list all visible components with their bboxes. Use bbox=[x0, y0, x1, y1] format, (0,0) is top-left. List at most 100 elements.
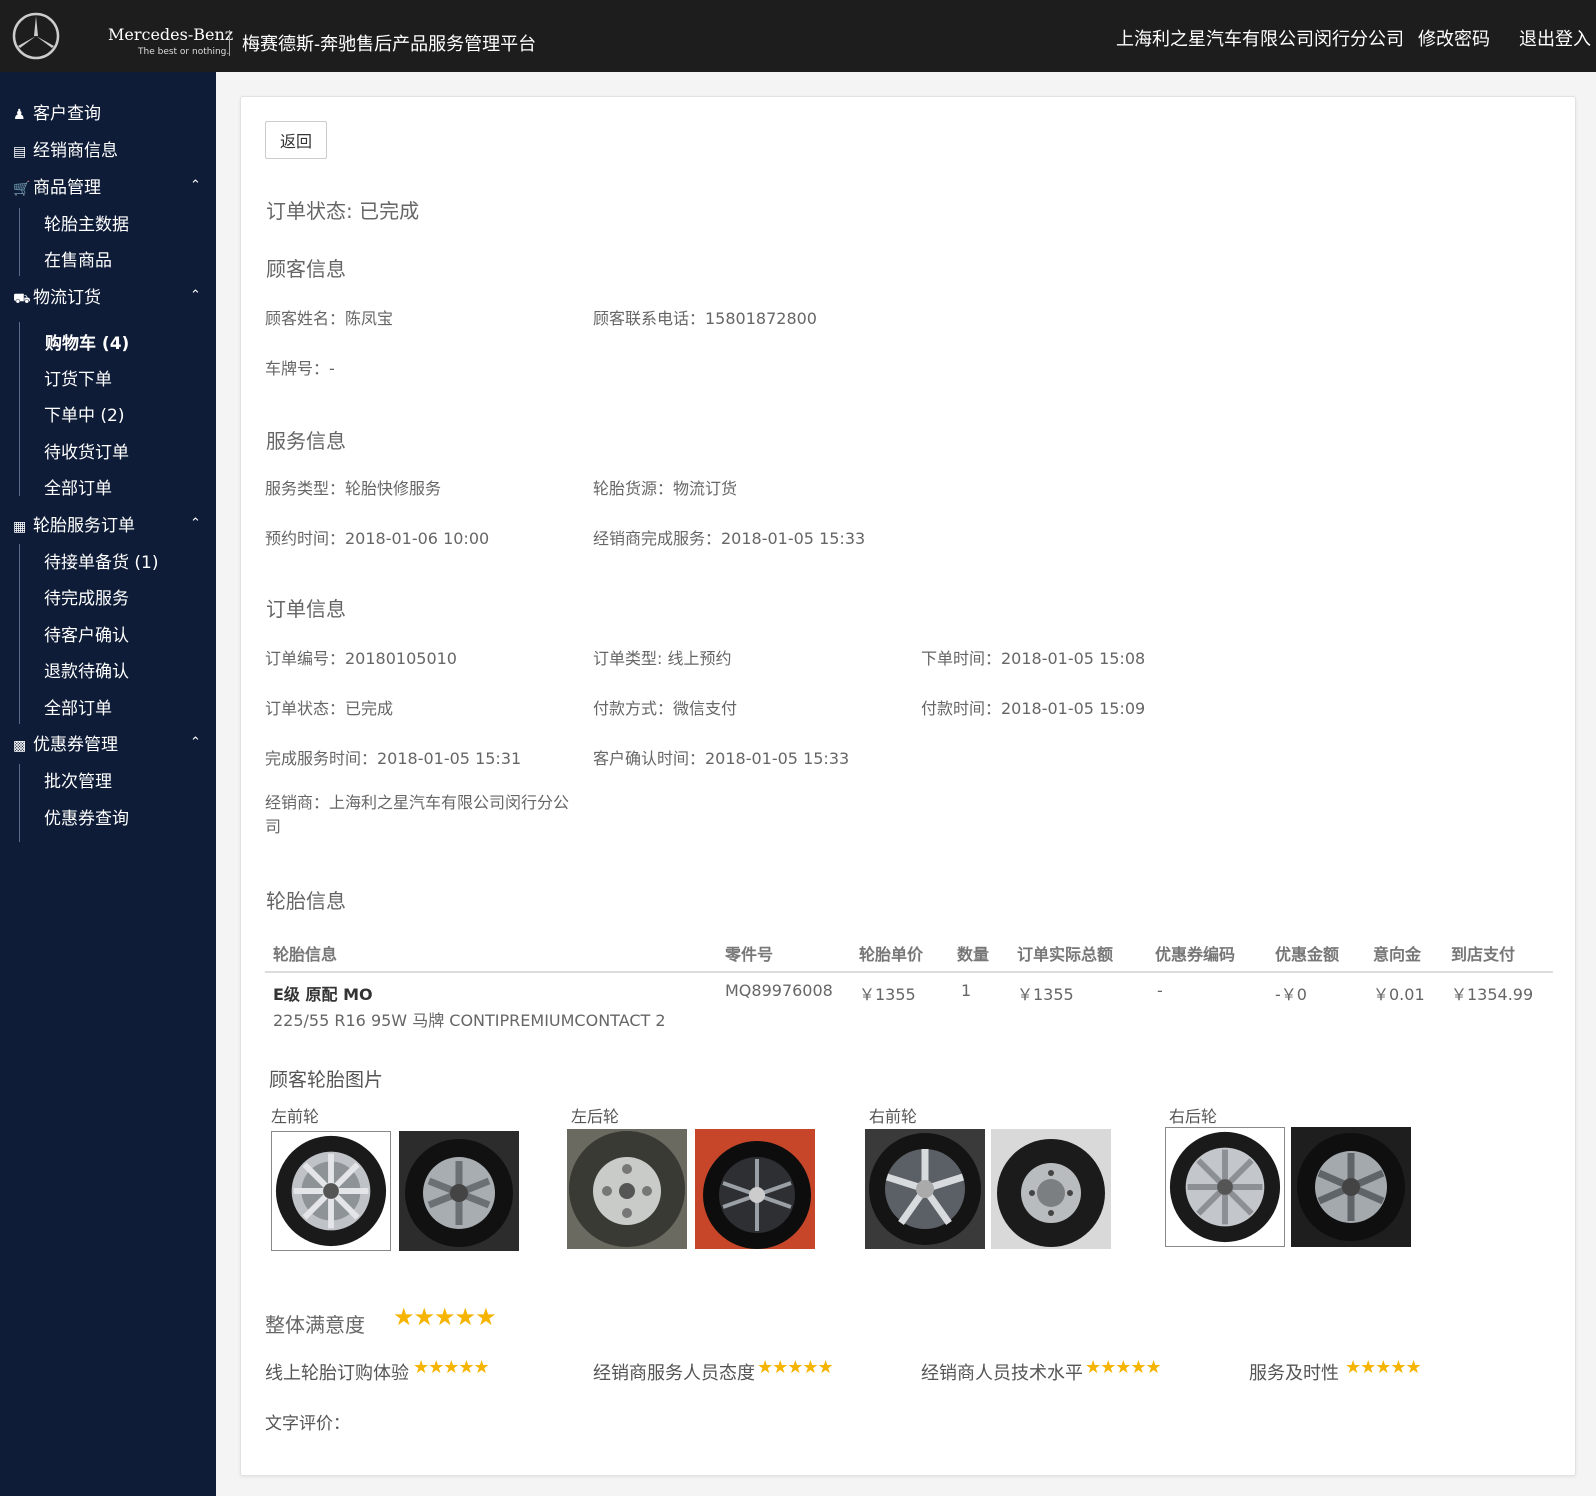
nav-customer-query[interactable]: ♟ 客户查询 bbox=[13, 102, 101, 126]
nav-label: 商品管理 bbox=[33, 178, 101, 198]
photo-label-left-front: 左前轮 bbox=[271, 1107, 320, 1126]
deposit-amount: ￥0.01 bbox=[1373, 985, 1425, 1004]
customer-name: 顾客姓名：陈凤宝 bbox=[265, 309, 394, 328]
sidebar-item-pending-confirm[interactable]: 待客户确认 bbox=[44, 624, 129, 648]
tire-section-title: 轮胎信息 bbox=[266, 889, 346, 913]
col-tire-info: 轮胎信息 bbox=[273, 945, 338, 964]
photos-title: 顾客轮胎图片 bbox=[269, 1069, 384, 1091]
logout-link[interactable]: 退出登入 bbox=[1519, 25, 1591, 51]
user-icon: ♟ bbox=[13, 107, 26, 123]
col-unit-price: 轮胎单价 bbox=[859, 945, 924, 964]
online-experience-stars: ★★★★★ bbox=[413, 1357, 490, 1378]
chevron-up-icon[interactable]: ⌃ bbox=[190, 178, 201, 193]
sidebar-item-to-receive[interactable]: 待收货订单 bbox=[44, 441, 129, 465]
chevron-up-icon[interactable]: ⌃ bbox=[190, 516, 201, 531]
service-section-title: 服务信息 bbox=[266, 429, 346, 453]
service-finish-time: 完成服务时间：2018-01-05 15:31 bbox=[265, 749, 522, 768]
sidebar-item-all-orders[interactable]: 全部订单 bbox=[44, 477, 112, 501]
change-password-link[interactable]: 修改密码 bbox=[1418, 25, 1490, 51]
photo-label-right-front: 右前轮 bbox=[869, 1107, 918, 1126]
nav-label: 物流订货 bbox=[33, 288, 101, 308]
nav-coupon-mgmt[interactable]: ▩ 优惠券管理 bbox=[13, 733, 118, 757]
tire-name: E级 原配 MO bbox=[273, 985, 373, 1004]
text-review-label: 文字评价： bbox=[265, 1414, 350, 1434]
part-number: MQ89976008 bbox=[725, 981, 833, 1000]
tire-photo-left-front-2[interactable] bbox=[399, 1131, 519, 1251]
sidebar-item-pending-service[interactable]: 待完成服务 bbox=[44, 587, 129, 611]
sidebar-item-coupon-query[interactable]: 优惠券查询 bbox=[44, 807, 129, 831]
order-time: 下单时间：2018-01-05 15:08 bbox=[921, 649, 1146, 668]
brand-divider bbox=[229, 30, 230, 56]
cart-icon: 🛒 bbox=[13, 181, 31, 197]
nav-goods-mgmt[interactable]: 🛒 商品管理 bbox=[13, 176, 101, 200]
submenu-line bbox=[19, 208, 20, 276]
overall-satisfaction-label: 整体满意度 bbox=[265, 1313, 365, 1337]
submenu-line bbox=[19, 764, 20, 842]
col-discount: 优惠金额 bbox=[1275, 945, 1340, 964]
sidebar-item-pending-accept[interactable]: 待接单备货 (1) bbox=[44, 551, 158, 575]
staff-attitude-label: 经销商服务人员态度 bbox=[593, 1363, 755, 1384]
timeliness-label: 服务及时性 bbox=[1249, 1363, 1339, 1384]
photo-label-left-rear: 左后轮 bbox=[571, 1107, 620, 1126]
sidebar-item-cart[interactable]: 购物车 (4) bbox=[45, 332, 129, 356]
online-experience-label: 线上轮胎订购体验 bbox=[265, 1363, 409, 1384]
dealer-finish-time: 经销商完成服务：2018-01-05 15:33 bbox=[593, 529, 866, 548]
sidebar-item-ordering[interactable]: 下单中 (2) bbox=[44, 404, 124, 428]
brand-name: Mercedes-Benz bbox=[108, 25, 234, 44]
order-number: 订单编号：20180105010 bbox=[265, 649, 457, 668]
tire-photo-right-front-1[interactable] bbox=[865, 1129, 985, 1249]
gift-icon: ▩ bbox=[13, 738, 27, 754]
tire-photo-right-rear-1[interactable] bbox=[1165, 1127, 1285, 1247]
sidebar-item-all-service-orders[interactable]: 全部订单 bbox=[44, 697, 112, 721]
payment-method: 付款方式：微信支付 bbox=[593, 699, 738, 718]
timeliness-stars: ★★★★★ bbox=[1345, 1357, 1422, 1378]
col-total: 订单实际总额 bbox=[1017, 945, 1114, 964]
chevron-up-icon[interactable]: ⌃ bbox=[190, 288, 201, 303]
order-detail-card: 返回 订单状态: 已完成 顾客信息 顾客姓名：陈凤宝 顾客联系电话：158018… bbox=[240, 96, 1576, 1476]
discount-amount: -￥0 bbox=[1275, 985, 1307, 1004]
chevron-up-icon[interactable]: ⌃ bbox=[190, 735, 201, 750]
submenu-line bbox=[19, 544, 20, 724]
sidebar-item-batch-mgmt[interactable]: 批次管理 bbox=[44, 770, 112, 794]
actual-total: ￥1355 bbox=[1017, 985, 1074, 1004]
quantity: 1 bbox=[961, 981, 972, 1000]
staff-attitude-stars: ★★★★★ bbox=[757, 1357, 834, 1378]
unit-price: ￥1355 bbox=[859, 985, 916, 1004]
order-type: 订单类型: 线上预约 bbox=[593, 649, 732, 668]
coupon-code: - bbox=[1157, 981, 1163, 1000]
tire-source: 轮胎货源：物流订货 bbox=[593, 479, 738, 498]
sidebar-item-place-order[interactable]: 订货下单 bbox=[44, 368, 112, 392]
customer-section-title: 顾客信息 bbox=[266, 257, 346, 281]
tech-level-stars: ★★★★★ bbox=[1085, 1357, 1162, 1378]
calendar-icon: ▦ bbox=[13, 519, 27, 535]
tire-photo-left-rear-1[interactable] bbox=[567, 1129, 687, 1249]
tire-photo-left-front-1[interactable] bbox=[271, 1131, 391, 1251]
platform-title: 梅赛德斯-奔驰售后产品服务管理平台 bbox=[242, 34, 537, 55]
nav-label: 优惠券管理 bbox=[33, 735, 118, 755]
nav-dealer-info[interactable]: ▤ 经销商信息 bbox=[13, 139, 118, 163]
sidebar-item-refund-confirm[interactable]: 退款待确认 bbox=[44, 660, 129, 684]
col-pay-in-store: 到店支付 bbox=[1451, 945, 1516, 964]
dealer-name-link[interactable]: 上海利之星汽车有限公司闵行分公司 bbox=[1116, 25, 1404, 51]
sidebar-item-tire-master[interactable]: 轮胎主数据 bbox=[44, 213, 129, 237]
customer-phone: 顾客联系电话：15801872800 bbox=[593, 309, 817, 328]
tire-photo-right-rear-2[interactable] bbox=[1291, 1127, 1411, 1247]
tire-photo-right-front-2[interactable] bbox=[991, 1129, 1111, 1249]
submenu-line bbox=[19, 322, 20, 496]
col-coupon-code: 优惠券编码 bbox=[1155, 945, 1236, 964]
back-button[interactable]: 返回 bbox=[265, 121, 327, 159]
nav-label: 轮胎服务订单 bbox=[33, 516, 135, 536]
nav-tire-service[interactable]: ▦ 轮胎服务订单 bbox=[13, 514, 135, 538]
plate-number: 车牌号：- bbox=[265, 359, 335, 378]
nav-label: 经销商信息 bbox=[33, 141, 118, 161]
payment-time: 付款时间：2018-01-05 15:09 bbox=[921, 699, 1146, 718]
customer-confirm-time: 客户确认时间：2018-01-05 15:33 bbox=[593, 749, 850, 768]
sidebar-item-on-sale[interactable]: 在售商品 bbox=[44, 249, 112, 273]
tire-photo-left-rear-2[interactable] bbox=[695, 1129, 815, 1249]
service-type: 服务类型：轮胎快修服务 bbox=[265, 479, 442, 498]
brand-tagline: The best or nothing. bbox=[138, 47, 230, 57]
order-status: 订单状态：已完成 bbox=[265, 699, 394, 718]
dealer-name: 经销商：上海利之星汽车有限公司闵行分公司 bbox=[265, 793, 570, 836]
nav-logistics[interactable]: ⛟ 物流订货 bbox=[13, 286, 101, 310]
order-section-title: 订单信息 bbox=[266, 597, 346, 621]
